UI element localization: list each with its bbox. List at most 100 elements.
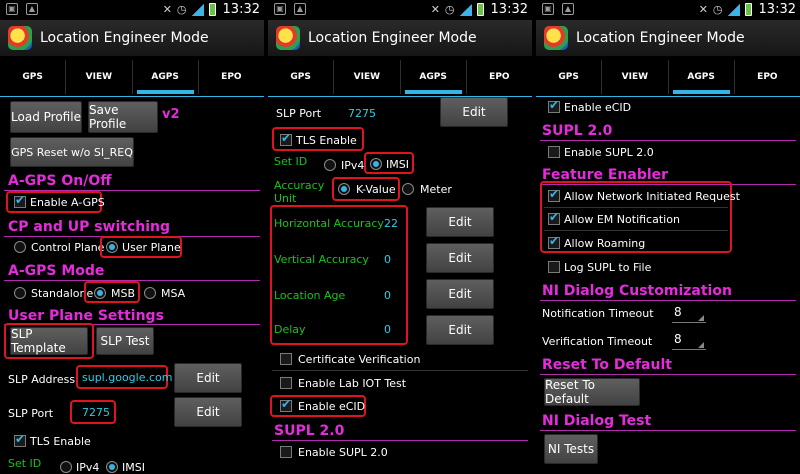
verification-timeout-value: 8 — [674, 332, 682, 346]
delay-edit-button[interactable]: Edit — [426, 315, 494, 345]
save-profile-button[interactable]: Save Profile — [88, 101, 158, 133]
vertical-accuracy-value[interactable]: 0 — [384, 253, 391, 266]
enable-supl20-checkbox[interactable] — [548, 146, 560, 158]
log-supl-checkbox[interactable] — [548, 261, 560, 273]
tab-gps[interactable]: GPS — [268, 60, 335, 94]
ni-tests-button[interactable]: NI Tests — [544, 434, 598, 464]
enable-lab-iot-checkbox[interactable] — [280, 377, 292, 389]
tab-view[interactable]: VIEW — [66, 60, 133, 94]
slp-address-edit-button[interactable]: Edit — [174, 363, 242, 393]
set-id-label: Set ID — [8, 457, 42, 470]
slp-port-edit-button[interactable]: Edit — [440, 97, 508, 127]
imsi-radio[interactable] — [370, 158, 382, 170]
msb-radio[interactable] — [94, 287, 106, 299]
tab-view[interactable]: VIEW — [334, 60, 401, 94]
slp-port-value[interactable]: 7275 — [348, 107, 376, 120]
allow-em-checkbox[interactable] — [548, 210, 560, 225]
slp-test-button[interactable]: SLP Test — [96, 327, 154, 355]
user-plane-radio[interactable] — [106, 241, 118, 253]
screen-panel-1: ▣ ▲ ✕ ◷ 13:32 Location Engineer Mode GPS … — [0, 0, 264, 474]
allow-ni-checkbox[interactable] — [548, 187, 560, 202]
divider — [544, 207, 728, 208]
tab-epo[interactable]: EPO — [199, 60, 264, 94]
k-value-radio[interactable] — [338, 183, 350, 195]
allow-ni-label: Allow Network Initiated Request — [564, 190, 740, 203]
image-icon: ▲ — [562, 3, 574, 15]
tab-agps[interactable]: AGPS — [133, 60, 199, 94]
tab-gps[interactable]: GPS — [536, 60, 603, 94]
delay-value[interactable]: 0 — [384, 323, 391, 336]
slp-port-edit-button[interactable]: Edit — [174, 397, 242, 427]
status-bar: ▣ ▲ ✕ ◷ 13:32 — [268, 0, 532, 20]
horizontal-accuracy-edit-button[interactable]: Edit — [426, 207, 494, 237]
alarm-icon: ◷ — [444, 3, 455, 16]
agps-onoff-header: A-GPS On/Off — [8, 173, 112, 189]
certificate-verification-label: Certificate Verification — [298, 353, 421, 366]
tls-enable-checkbox[interactable] — [280, 131, 292, 146]
battery-icon — [744, 3, 752, 16]
location-age-edit-button[interactable]: Edit — [426, 279, 494, 309]
enable-agps-label: Enable A-GPS — [30, 196, 105, 209]
enable-ecid-label: Enable eCID — [298, 400, 366, 413]
imsi-label: IMSI — [386, 158, 409, 171]
meter-radio[interactable] — [402, 183, 414, 195]
slp-port-value[interactable]: 7275 — [82, 406, 110, 419]
ni-dialog-test-header: NI Dialog Test — [542, 413, 652, 429]
alarm-icon: ◷ — [176, 3, 187, 16]
allow-roaming-checkbox[interactable] — [548, 234, 560, 249]
certificate-verification-checkbox[interactable] — [280, 353, 292, 365]
user-plane-settings-header: User Plane Settings — [8, 308, 164, 324]
slp-address-value[interactable]: supl.google.com — [82, 371, 172, 384]
dropdown-arrow-icon — [698, 315, 704, 321]
app-icon — [544, 26, 568, 50]
imsi-radio[interactable] — [106, 461, 118, 473]
agps-content: Enable eCID SUPL 2.0 Enable SUPL 2.0 Fea… — [536, 96, 800, 474]
app-title: Location Engineer Mode — [40, 30, 209, 46]
notification-timeout-spinner[interactable]: 8 — [672, 305, 706, 323]
enable-ecid-label: Enable eCID — [564, 101, 632, 114]
location-age-value[interactable]: 0 — [384, 289, 391, 302]
tab-epo[interactable]: EPO — [467, 60, 532, 94]
title-bar: Location Engineer Mode — [268, 20, 532, 56]
tls-enable-checkbox[interactable] — [14, 432, 26, 447]
ipv4-label: IPv4 — [76, 461, 100, 474]
app-title: Location Engineer Mode — [308, 30, 477, 46]
enable-lab-iot-label: Enable Lab IOT Test — [298, 377, 407, 390]
vertical-accuracy-edit-button[interactable]: Edit — [426, 243, 494, 273]
slp-address-label: SLP Address — [8, 373, 76, 386]
msa-label: MSA — [161, 287, 186, 300]
alarm-icon: ◷ — [712, 3, 723, 16]
horizontal-accuracy-value[interactable]: 22 — [384, 217, 398, 230]
tab-view[interactable]: VIEW — [602, 60, 669, 94]
slp-template-button[interactable]: SLP Template — [10, 327, 88, 355]
tab-epo[interactable]: EPO — [735, 60, 800, 94]
enable-ecid-checkbox[interactable] — [548, 98, 560, 113]
enable-agps-checkbox[interactable] — [14, 193, 26, 208]
load-profile-button[interactable]: Load Profile — [10, 101, 82, 133]
mute-icon: ✕ — [162, 3, 172, 16]
enable-supl20-label: Enable SUPL 2.0 — [564, 146, 654, 159]
verification-timeout-spinner[interactable]: 8 — [672, 332, 706, 350]
ni-dialog-customization-header: NI Dialog Customization — [542, 283, 732, 299]
slp-port-label: SLP Port — [8, 407, 54, 420]
title-bar: Location Engineer Mode — [536, 20, 800, 56]
tab-gps[interactable]: GPS — [0, 60, 67, 94]
standalone-radio[interactable] — [14, 287, 26, 299]
tab-agps[interactable]: AGPS — [401, 60, 467, 94]
reset-to-default-button[interactable]: Reset To Default — [544, 378, 640, 406]
user-plane-label: User Plane — [122, 241, 181, 254]
tab-bar: GPS VIEW AGPS EPO — [0, 60, 264, 94]
enable-supl20-checkbox[interactable] — [280, 446, 292, 458]
ipv4-radio[interactable] — [60, 461, 72, 473]
gps-reset-button[interactable]: GPS Reset w/o SI_REQ — [10, 137, 134, 167]
app-icon — [276, 26, 300, 50]
tab-agps[interactable]: AGPS — [669, 60, 735, 94]
control-plane-radio[interactable] — [14, 241, 26, 253]
enable-supl20-label: Enable SUPL 2.0 — [298, 446, 388, 459]
notification-timeout-value: 8 — [674, 305, 682, 319]
enable-ecid-checkbox[interactable] — [280, 397, 292, 412]
msa-radio[interactable] — [144, 287, 156, 299]
section-divider — [540, 300, 796, 301]
accuracy-unit-label: Accuracy Unit — [274, 179, 325, 205]
ipv4-radio[interactable] — [324, 159, 336, 171]
